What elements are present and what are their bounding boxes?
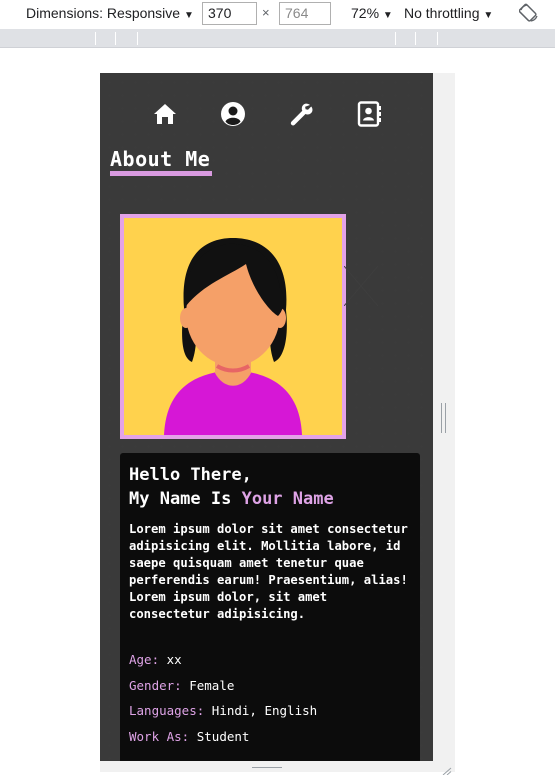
corner-resize-icon[interactable] bbox=[442, 762, 452, 776]
detail-row: Languages: Hindi, English bbox=[129, 698, 411, 724]
detail-row: Gender: Female bbox=[129, 673, 411, 699]
throttling-label: No throttling bbox=[404, 5, 480, 21]
detail-row: Work As: Student bbox=[129, 724, 411, 750]
detail-label: Languages: bbox=[129, 703, 205, 718]
page-viewport: About Me Hello There, My Name Is Your Na… bbox=[100, 73, 433, 761]
chevron-down-icon: ▼ bbox=[483, 10, 494, 21]
height-input[interactable]: 764 bbox=[279, 2, 331, 25]
nav-profile[interactable] bbox=[218, 99, 248, 129]
dimensions-dropdown[interactable]: Dimensions: Responsive ▼ bbox=[26, 5, 194, 21]
zoom-label: 72% bbox=[351, 5, 380, 21]
throttling-dropdown[interactable]: No throttling ▼ bbox=[404, 5, 493, 21]
detail-value: Hindi, English bbox=[211, 703, 318, 718]
name-highlight: Your Name bbox=[241, 489, 334, 509]
devtools-toolbar: Dimensions: Responsive ▼ 370 × 764 72% ▼… bbox=[0, 0, 555, 29]
title-underline bbox=[110, 171, 212, 176]
avatar-illustration bbox=[124, 218, 342, 435]
detail-value: xx bbox=[166, 652, 182, 667]
ruler-tick bbox=[437, 32, 438, 45]
dimensions-label: Dimensions: Responsive bbox=[26, 5, 181, 21]
width-input[interactable]: 370 bbox=[202, 2, 257, 25]
nav-skills[interactable] bbox=[286, 99, 316, 129]
detail-value: Student bbox=[196, 728, 250, 744]
top-nav bbox=[100, 99, 433, 129]
detail-value: Female bbox=[189, 677, 235, 693]
detail-label: Age: bbox=[129, 652, 160, 667]
nav-contact[interactable] bbox=[354, 99, 384, 129]
greeting-line: Hello There, bbox=[129, 465, 252, 485]
times-label: × bbox=[262, 5, 270, 20]
avatar bbox=[120, 214, 346, 439]
greeting: Hello There, My Name Is Your Name bbox=[129, 463, 411, 511]
bottom-resize-handle[interactable] bbox=[252, 767, 282, 772]
ruler-tick bbox=[415, 32, 416, 45]
detail-label: Gender: bbox=[129, 677, 182, 693]
right-resize-handle[interactable] bbox=[441, 403, 446, 433]
detail-label: Work As: bbox=[129, 728, 190, 744]
decorative-cross bbox=[343, 265, 379, 307]
bio-text: Lorem ipsum dolor sit amet consectetur a… bbox=[129, 522, 408, 621]
detail-row: Age: xx bbox=[129, 647, 411, 673]
home-icon bbox=[154, 104, 176, 124]
ruler-tick bbox=[137, 32, 138, 45]
ruler-tick bbox=[395, 32, 396, 45]
rotate-icon[interactable] bbox=[518, 3, 539, 23]
chevron-down-icon: ▼ bbox=[183, 10, 194, 21]
chevron-down-icon: ▼ bbox=[382, 10, 393, 21]
details-list: Age: xx Gender: Female Languages: Hindi,… bbox=[129, 647, 411, 749]
about-card: Hello There, My Name Is Your Name Lorem … bbox=[120, 453, 420, 761]
name-prefix: My Name Is bbox=[129, 489, 242, 509]
contact-book-icon bbox=[357, 101, 381, 127]
name-line: My Name Is Your Name bbox=[129, 487, 411, 511]
ruler-tick bbox=[95, 32, 96, 45]
media-query-ruler bbox=[0, 29, 555, 48]
ruler-tick bbox=[115, 32, 116, 45]
zoom-dropdown[interactable]: 72% ▼ bbox=[351, 5, 393, 21]
nav-home[interactable] bbox=[150, 99, 180, 129]
section-title: About Me bbox=[110, 147, 211, 171]
wrench-icon bbox=[290, 103, 313, 126]
user-circle-icon bbox=[221, 102, 245, 126]
